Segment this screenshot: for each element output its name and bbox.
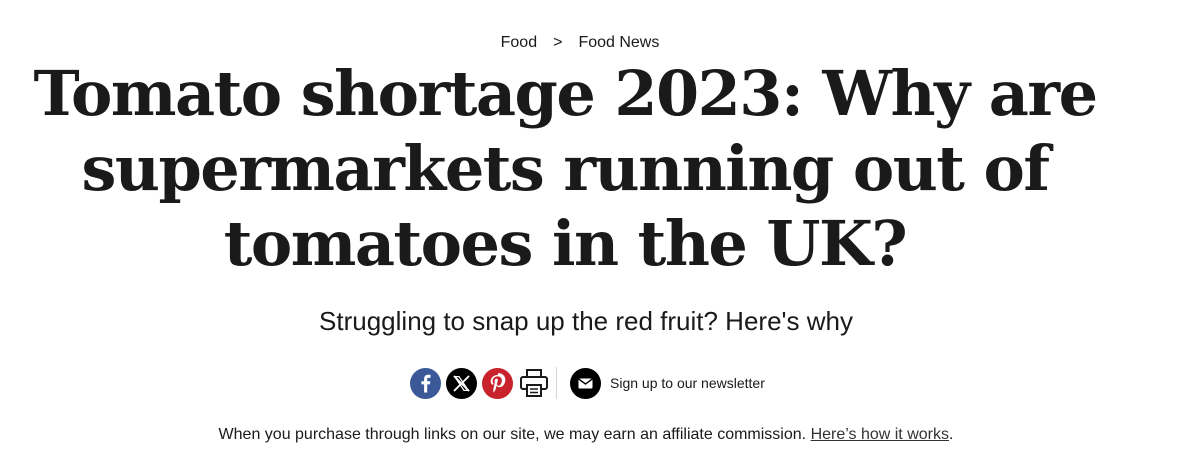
breadcrumb: Food > Food News — [0, 34, 1160, 52]
facebook-icon — [421, 374, 431, 392]
breadcrumb-item-food[interactable]: Food — [501, 34, 537, 51]
share-divider — [556, 367, 557, 399]
affiliate-disclosure: When you purchase through links on our s… — [0, 426, 1172, 444]
newsletter-signup-button[interactable]: Sign up to our newsletter — [570, 367, 765, 399]
headline-line-3: tomatoes in the UK? — [223, 207, 908, 280]
newsletter-label: Sign up to our newsletter — [610, 375, 765, 391]
affiliate-period: . — [948, 426, 954, 443]
print-button[interactable] — [518, 367, 550, 399]
headline-line-1: Tomato shortage 2023: Why are — [33, 57, 1098, 130]
breadcrumb-separator: > — [553, 34, 563, 51]
share-x-button[interactable] — [446, 367, 477, 399]
share-bar: Sign up to our newsletter — [410, 366, 765, 400]
affiliate-text: When you purchase through links on our s… — [218, 426, 807, 443]
affiliate-info-link[interactable]: Here’s how it works — [811, 426, 949, 443]
breadcrumb-item-food-news[interactable]: Food News — [578, 34, 659, 51]
print-icon — [520, 369, 548, 397]
headline-line-2: supermarkets running out of — [81, 132, 1050, 205]
mail-button[interactable] — [570, 367, 601, 399]
x-twitter-icon — [453, 375, 470, 391]
share-facebook-button[interactable] — [410, 367, 441, 399]
page-title: Tomato shortage 2023: Why are supermarke… — [20, 56, 1110, 281]
mail-icon — [578, 377, 593, 388]
pinterest-icon — [490, 372, 506, 392]
share-pinterest-button[interactable] — [482, 367, 513, 399]
article-subtitle: Struggling to snap up the red fruit? Her… — [319, 306, 853, 336]
